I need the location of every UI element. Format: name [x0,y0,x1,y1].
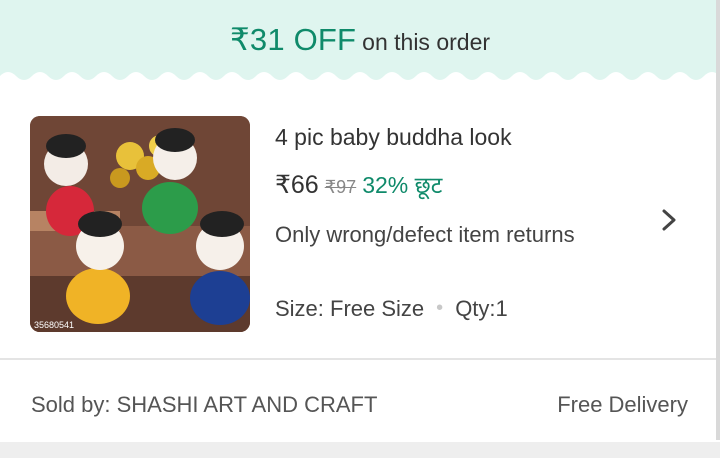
qty-label: Qty:1 [455,296,508,321]
section-divider [0,358,716,360]
chevron-right-icon[interactable] [659,208,679,232]
separator-dot: • [436,297,444,319]
bottom-band [0,442,720,458]
selling-price: ₹66 [275,171,319,199]
product-image[interactable]: 35680541 [30,116,250,332]
free-delivery-text: Free Delivery [557,392,688,417]
discount-badge: 32% छूट [362,172,443,198]
offer-amount: ₹31 OFF [229,22,357,57]
offer-banner: ₹31 OFF on this order [0,0,720,90]
seller-row: Sold by: SHASHI ART AND CRAFT Free Deliv… [0,380,716,430]
sold-by-text: Sold by: SHASHI ART AND CRAFT [31,392,378,417]
offer-text: ₹31 OFF on this order [0,22,720,58]
price-row: ₹66 ₹97 32% छूट [275,168,442,200]
banner-wave-edge [0,72,720,90]
card-right-edge [716,0,720,440]
mrp-price: ₹97 [324,177,357,197]
product-title[interactable]: 4 pic baby buddha look [275,124,512,151]
return-policy: Only wrong/defect item returns [275,222,575,247]
product-card[interactable]: 35680541 4 pic baby buddha look ₹66 ₹97 32… [0,88,716,358]
size-label: Size: Free Size [275,296,425,321]
buddha-figurines-image: 35680541 [30,116,250,332]
offer-suffix: on this order [362,29,491,55]
image-watermark: 35680541 [34,320,74,330]
size-qty-row: Size: Free Size • Qty:1 [275,296,508,322]
